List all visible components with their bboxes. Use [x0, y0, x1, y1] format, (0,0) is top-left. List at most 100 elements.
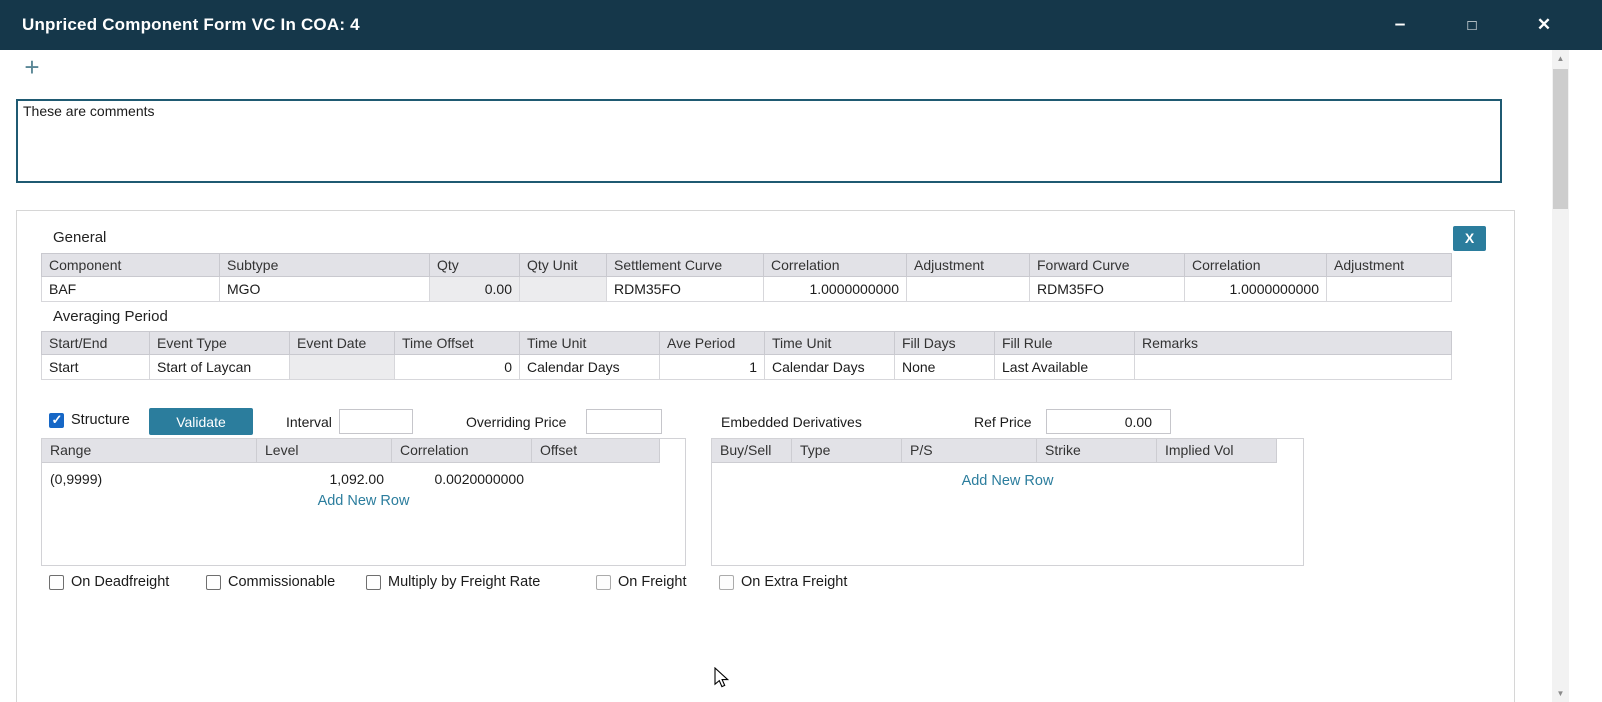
averaging-table: Start/End Event Type Event Date Time Off…	[41, 331, 1452, 380]
cell-range[interactable]: (0,9999)	[42, 471, 257, 487]
col-qty: Qty	[430, 254, 520, 277]
cell-qty-unit[interactable]	[520, 277, 607, 302]
cell-forward-curve[interactable]: RDM35FO	[1030, 277, 1185, 302]
maximize-button[interactable]: □	[1450, 0, 1494, 50]
cell-correlation-2[interactable]: 1.0000000000	[1185, 277, 1327, 302]
cell-subtype[interactable]: MGO	[220, 277, 430, 302]
col-time-offset: Time Offset	[395, 332, 520, 355]
flag-on-extra-freight: On Extra Freight	[719, 573, 847, 591]
cell-event-type[interactable]: Start of Laycan	[150, 355, 290, 380]
derivatives-add-new-row-link[interactable]: Add New Row	[712, 473, 1303, 489]
structure-grid: Range Level Correlation Offset (0,9999) …	[41, 438, 686, 566]
cell-level[interactable]: 1,092.00	[257, 471, 392, 487]
embedded-derivatives-label: Embedded Derivatives	[721, 414, 862, 430]
on-freight-label: On Freight	[618, 574, 687, 590]
structure-checkbox-group: Structure	[49, 411, 130, 429]
cell-event-date[interactable]	[290, 355, 395, 380]
close-button[interactable]: ✕	[1522, 0, 1566, 50]
scroll-up-button[interactable]: ▲	[1552, 50, 1569, 67]
cell-time-offset[interactable]: 0	[395, 355, 520, 380]
scrollbar-thumb[interactable]	[1553, 69, 1568, 209]
close-icon: ✕	[1537, 15, 1551, 35]
app-window: Unpriced Component Form VC In COA: 4 – □…	[0, 0, 1602, 702]
vertical-scrollbar[interactable]: ▲ ▼	[1552, 50, 1569, 702]
cell-qty[interactable]: 0.00	[430, 277, 520, 302]
structure-checkbox-label: Structure	[71, 412, 130, 428]
col-buy-sell: Buy/Sell	[712, 439, 792, 463]
multiply-by-freight-rate-label: Multiply by Freight Rate	[388, 574, 540, 590]
cell-time-unit-2[interactable]: Calendar Days	[765, 355, 895, 380]
cell-adjustment-2[interactable]	[1327, 277, 1452, 302]
col-strike: Strike	[1037, 439, 1157, 463]
cell-adjustment-1[interactable]	[907, 277, 1030, 302]
structure-checkbox[interactable]	[49, 413, 64, 428]
general-section-label: General	[53, 229, 106, 246]
minimize-button[interactable]: –	[1378, 0, 1422, 50]
cell-component[interactable]: BAF	[42, 277, 220, 302]
col-range: Range	[42, 439, 257, 463]
cell-structure-correlation[interactable]: 0.0020000000	[392, 471, 532, 487]
general-table: Component Subtype Qty Qty Unit Settlemen…	[41, 253, 1452, 302]
averaging-section-label: Averaging Period	[53, 308, 168, 325]
cell-ave-period[interactable]: 1	[660, 355, 765, 380]
structure-grid-header: Range Level Correlation Offset	[42, 439, 685, 463]
cell-settlement-curve[interactable]: RDM35FO	[607, 277, 764, 302]
scroll-down-button[interactable]: ▼	[1552, 685, 1569, 702]
col-time-unit-1: Time Unit	[520, 332, 660, 355]
cell-start-end[interactable]: Start	[42, 355, 150, 380]
col-forward-curve: Forward Curve	[1030, 254, 1185, 277]
col-fill-days: Fill Days	[895, 332, 995, 355]
col-adjustment-2: Adjustment	[1327, 254, 1452, 277]
ref-price-input[interactable]	[1046, 409, 1171, 434]
minimize-icon: –	[1395, 14, 1406, 36]
add-tab-button[interactable]: +	[18, 53, 46, 81]
flag-multiply-by-freight-rate: Multiply by Freight Rate	[366, 573, 540, 591]
col-component: Component	[42, 254, 220, 277]
col-start-end: Start/End	[42, 332, 150, 355]
scroll-up-icon: ▲	[1557, 54, 1565, 63]
flag-commissionable: Commissionable	[206, 573, 335, 591]
cell-offset[interactable]	[532, 471, 660, 487]
cell-remarks[interactable]	[1135, 355, 1452, 380]
comments-textarea[interactable]: These are comments	[16, 99, 1502, 183]
window-title: Unpriced Component Form VC In COA: 4	[22, 0, 360, 50]
col-qty-unit: Qty Unit	[520, 254, 607, 277]
cell-fill-days[interactable]: None	[895, 355, 995, 380]
flag-on-freight: On Freight	[596, 573, 687, 591]
cell-correlation-1[interactable]: 1.0000000000	[764, 277, 907, 302]
on-extra-freight-label: On Extra Freight	[741, 574, 847, 590]
on-freight-checkbox[interactable]	[596, 575, 611, 590]
on-extra-freight-checkbox[interactable]	[719, 575, 734, 590]
validate-button[interactable]: Validate	[149, 408, 253, 435]
general-header-row: Component Subtype Qty Qty Unit Settlemen…	[42, 254, 1452, 277]
col-ps: P/S	[902, 439, 1037, 463]
col-implied-vol: Implied Vol	[1157, 439, 1277, 463]
interval-input[interactable]	[339, 409, 413, 434]
col-event-date: Event Date	[290, 332, 395, 355]
col-time-unit-2: Time Unit	[765, 332, 895, 355]
interval-label: Interval	[286, 414, 332, 430]
col-settlement-curve: Settlement Curve	[607, 254, 764, 277]
on-deadfreight-checkbox[interactable]	[49, 575, 64, 590]
derivatives-grid: Buy/Sell Type P/S Strike Implied Vol Add…	[711, 438, 1304, 566]
col-ave-period: Ave Period	[660, 332, 765, 355]
derivatives-grid-header: Buy/Sell Type P/S Strike Implied Vol	[712, 439, 1303, 463]
ref-price-label: Ref Price	[974, 414, 1032, 430]
cell-time-unit-1[interactable]: Calendar Days	[520, 355, 660, 380]
cell-fill-rule[interactable]: Last Available	[995, 355, 1135, 380]
multiply-by-freight-rate-checkbox[interactable]	[366, 575, 381, 590]
col-type: Type	[792, 439, 902, 463]
plus-icon: +	[24, 52, 39, 82]
col-level: Level	[257, 439, 392, 463]
remove-component-button[interactable]: X	[1453, 226, 1486, 251]
general-data-row: BAF MGO 0.00 RDM35FO 1.0000000000 RDM35F…	[42, 277, 1452, 302]
structure-add-new-row-link[interactable]: Add New Row	[42, 493, 685, 509]
col-event-type: Event Type	[150, 332, 290, 355]
averaging-header-row: Start/End Event Type Event Date Time Off…	[42, 332, 1452, 355]
on-deadfreight-label: On Deadfreight	[71, 574, 169, 590]
commissionable-checkbox[interactable]	[206, 575, 221, 590]
overriding-price-input[interactable]	[586, 409, 662, 434]
commissionable-label: Commissionable	[228, 574, 335, 590]
maximize-icon: □	[1467, 17, 1476, 34]
col-fill-rule: Fill Rule	[995, 332, 1135, 355]
